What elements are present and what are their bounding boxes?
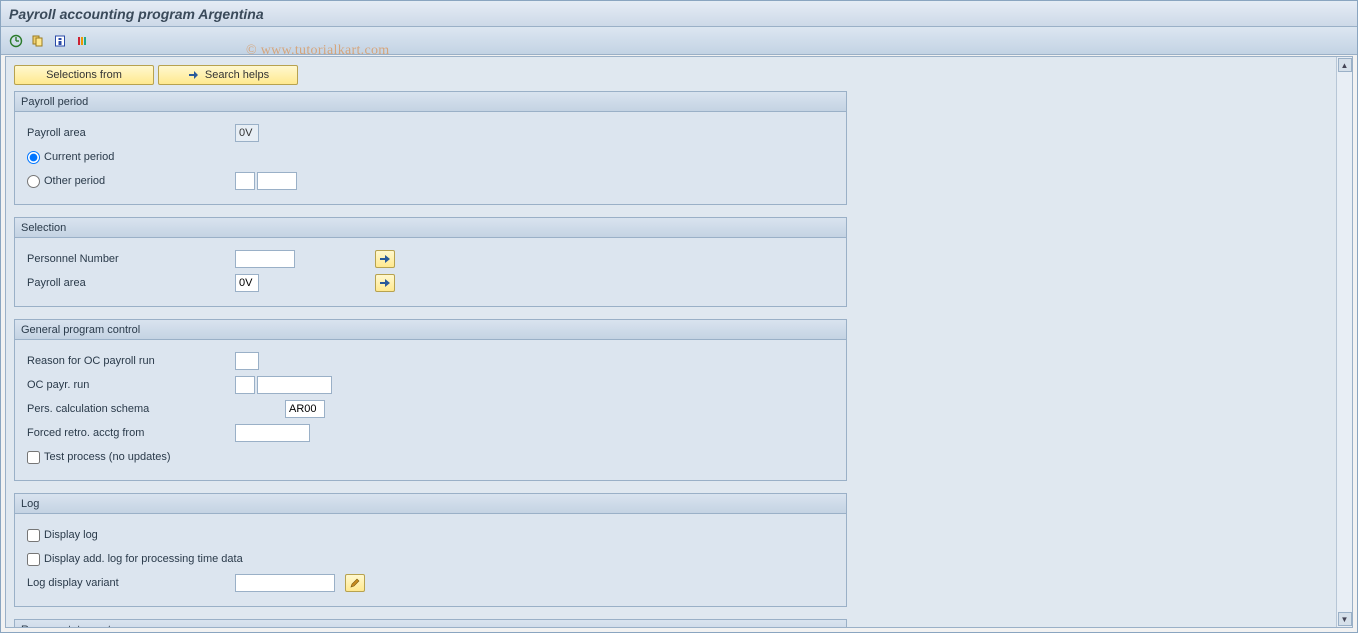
log-variant-field[interactable]	[235, 574, 335, 592]
action-row: Selections from Search helps	[14, 65, 1326, 85]
oc-payr-run-field-1[interactable]	[235, 376, 255, 394]
content-area: Selections from Search helps Payroll per…	[5, 56, 1353, 628]
info-icon[interactable]	[51, 32, 69, 50]
selections-from-label: Selections from	[46, 69, 122, 81]
test-process-checkbox[interactable]	[27, 451, 40, 464]
arrow-right-icon	[379, 278, 391, 288]
search-helps-button[interactable]: Search helps	[158, 65, 298, 85]
payroll-area-field[interactable]	[235, 124, 259, 142]
group-payroll-period: Payroll period Payroll area Current peri…	[14, 91, 847, 205]
oc-payr-run-label: OC payr. run	[25, 379, 235, 391]
group-remun: Remun. statement Remun. statem. display …	[14, 619, 847, 627]
scroll-up-button[interactable]: ▲	[1338, 58, 1352, 72]
payroll-area-label: Payroll area	[25, 127, 235, 139]
other-period-field-1[interactable]	[235, 172, 255, 190]
schema-label: Pers. calculation schema	[25, 403, 285, 415]
selections-from-button[interactable]: Selections from	[14, 65, 154, 85]
forced-retro-label: Forced retro. acctg from	[25, 427, 235, 439]
scroll-down-button[interactable]: ▼	[1338, 612, 1352, 626]
arrow-right-icon	[379, 254, 391, 264]
display-log-text: Display log	[44, 529, 98, 541]
display-log-check-label[interactable]: Display log	[25, 529, 98, 542]
group-header-payroll-period: Payroll period	[15, 92, 846, 112]
selection-payroll-area-label: Payroll area	[25, 277, 235, 289]
other-period-radio[interactable]	[27, 175, 40, 188]
main-scroll: Selections from Search helps Payroll per…	[6, 57, 1336, 627]
other-period-text: Other period	[44, 175, 105, 187]
group-log: Log Display log Display add. log for pro…	[14, 493, 847, 607]
personnel-number-field[interactable]	[235, 250, 295, 268]
selection-payroll-area-field[interactable]	[235, 274, 259, 292]
personnel-number-label: Personnel Number	[25, 253, 235, 265]
log-variant-label: Log display variant	[25, 577, 235, 589]
display-add-log-check-label[interactable]: Display add. log for processing time dat…	[25, 553, 243, 566]
vertical-scrollbar[interactable]: ▲ ▼	[1336, 57, 1352, 627]
execute-icon[interactable]	[7, 32, 25, 50]
log-variant-edit-button[interactable]	[345, 574, 365, 592]
variant-icon[interactable]	[29, 32, 47, 50]
reason-label: Reason for OC payroll run	[25, 355, 235, 367]
toolbar	[1, 27, 1357, 55]
group-header-general: General program control	[15, 320, 846, 340]
pencil-icon	[349, 577, 361, 589]
group-selection: Selection Personnel Number Payroll area	[14, 217, 847, 307]
arrow-right-icon	[187, 69, 199, 81]
other-period-field-2[interactable]	[257, 172, 297, 190]
group-header-remun: Remun. statement	[15, 620, 846, 627]
reason-field[interactable]	[235, 352, 259, 370]
group-header-selection: Selection	[15, 218, 846, 238]
personnel-number-multiselect-button[interactable]	[375, 250, 395, 268]
test-process-check-label[interactable]: Test process (no updates)	[25, 451, 171, 464]
test-process-text: Test process (no updates)	[44, 451, 171, 463]
search-helps-label: Search helps	[205, 69, 269, 81]
display-add-log-text: Display add. log for processing time dat…	[44, 553, 243, 565]
display-add-log-checkbox[interactable]	[27, 553, 40, 566]
forced-retro-field[interactable]	[235, 424, 310, 442]
app-window: Payroll accounting program Argentina © w…	[0, 0, 1358, 633]
current-period-text: Current period	[44, 151, 114, 163]
current-period-radio[interactable]	[27, 151, 40, 164]
title-bar: Payroll accounting program Argentina	[1, 1, 1357, 27]
current-period-radio-label[interactable]: Current period	[25, 151, 235, 164]
display-log-checkbox[interactable]	[27, 529, 40, 542]
oc-payr-run-field-2[interactable]	[257, 376, 332, 394]
logoff-icon[interactable]	[73, 32, 91, 50]
payroll-area-multiselect-button[interactable]	[375, 274, 395, 292]
page-title: Payroll accounting program Argentina	[9, 6, 264, 22]
group-general: General program control Reason for OC pa…	[14, 319, 847, 481]
schema-field[interactable]	[285, 400, 325, 418]
other-period-radio-label[interactable]: Other period	[25, 175, 235, 188]
group-header-log: Log	[15, 494, 846, 514]
